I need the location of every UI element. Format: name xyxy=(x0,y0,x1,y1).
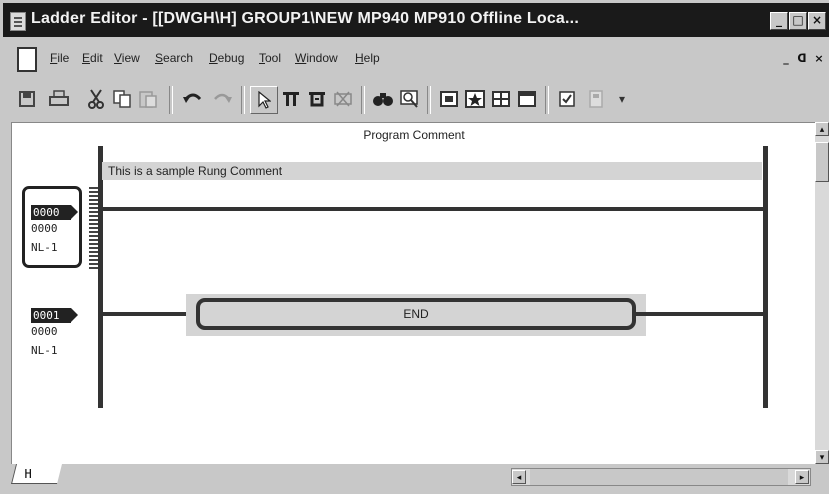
horizontal-scrollbar[interactable]: ◂ ▸ xyxy=(511,468,811,486)
zoom-icon[interactable] xyxy=(396,86,422,112)
menu-search[interactable]: Search xyxy=(155,51,193,65)
toolbar-separator xyxy=(241,86,245,114)
rung-0-line[interactable] xyxy=(103,207,763,211)
mdi-close-button[interactable]: × xyxy=(813,53,825,65)
paste-icon[interactable] xyxy=(135,86,161,112)
scroll-down-button[interactable]: ▾ xyxy=(815,450,829,464)
rung-selection-marker xyxy=(89,187,98,271)
rung-1-line-right xyxy=(634,312,764,316)
window-icon[interactable] xyxy=(514,86,540,112)
copy-icon[interactable] xyxy=(109,86,135,112)
save-icon[interactable] xyxy=(14,86,40,112)
redo-icon[interactable] xyxy=(209,86,235,112)
coil-icon[interactable] xyxy=(304,86,330,112)
menu-debug[interactable]: Debug xyxy=(209,51,244,65)
minimize-button[interactable]: _ xyxy=(770,12,788,30)
rung-comment[interactable]: This is a sample Rung Comment xyxy=(102,162,762,180)
mdi-restore-button[interactable]: ᗡ xyxy=(796,53,808,65)
toolbar-separator xyxy=(427,86,431,114)
close-button[interactable]: × xyxy=(808,12,826,30)
undo-icon[interactable] xyxy=(180,86,206,112)
rung-0-step: 0000 xyxy=(31,222,58,235)
toolbar: ▾ xyxy=(3,80,829,120)
sheet-tab-label: H xyxy=(24,467,32,481)
window-title: Ladder Editor - [[DWGH\H] GROUP1\NEW MP9… xyxy=(31,10,579,27)
menu-window[interactable]: Window xyxy=(295,51,338,65)
menu-bar: File Edit View Search Debug Tool Window … xyxy=(3,41,829,77)
maximize-button[interactable]: □ xyxy=(789,12,807,30)
grid-icon[interactable] xyxy=(488,86,514,112)
delete-element-icon[interactable] xyxy=(330,86,356,112)
right-power-rail xyxy=(763,146,768,408)
ladder-canvas[interactable]: Program Comment This is a sample Rung Co… xyxy=(11,122,816,465)
toolbar-more-icon[interactable]: ▾ xyxy=(609,86,635,112)
toolbar-separator xyxy=(361,86,365,114)
disabled-icon xyxy=(583,86,609,112)
program-comment[interactable]: Program Comment xyxy=(12,128,816,142)
pointer-icon[interactable] xyxy=(250,86,278,114)
vertical-scroll-thumb[interactable] xyxy=(815,142,829,182)
scroll-right-button[interactable]: ▸ xyxy=(795,470,809,484)
menu-edit[interactable]: Edit xyxy=(82,51,103,65)
document-icon[interactable] xyxy=(17,47,37,72)
toolbar-separator xyxy=(169,86,173,114)
star-icon[interactable] xyxy=(462,86,488,112)
scroll-left-button[interactable]: ◂ xyxy=(512,470,526,484)
rung-1-label: NL-1 xyxy=(31,344,58,357)
menu-tool[interactable]: Tool xyxy=(259,51,281,65)
end-instruction[interactable]: END xyxy=(196,298,636,330)
rung-1-step: 0000 xyxy=(31,325,58,338)
horizontal-scroll-thumb[interactable] xyxy=(530,469,788,485)
menu-file[interactable]: File xyxy=(50,51,69,65)
rung-1-line-left xyxy=(103,312,199,316)
mdi-minimize-button[interactable]: _ xyxy=(780,53,792,65)
print-icon[interactable] xyxy=(46,86,72,112)
title-bar[interactable]: Ladder Editor - [[DWGH\H] GROUP1\NEW MP9… xyxy=(3,3,829,37)
cut-icon[interactable] xyxy=(83,86,109,112)
sheet-tab[interactable]: H xyxy=(11,464,62,484)
bottom-bar: H ◂ ▸ xyxy=(3,464,829,494)
scroll-up-button[interactable]: ▴ xyxy=(815,122,829,136)
ladder-editor-window: Ladder Editor - [[DWGH\H] GROUP1\NEW MP9… xyxy=(0,0,829,494)
vertical-scrollbar[interactable]: ▴ ▾ xyxy=(815,122,829,464)
rung-0-label: NL-1 xyxy=(31,241,58,254)
rung-0-number[interactable]: 0000 xyxy=(31,205,78,220)
find-icon[interactable] xyxy=(370,86,396,112)
menu-view[interactable]: View xyxy=(114,51,140,65)
toolbar-separator xyxy=(545,86,549,114)
contact-icon[interactable] xyxy=(278,86,304,112)
menu-help[interactable]: Help xyxy=(355,51,380,65)
register-icon[interactable] xyxy=(436,86,462,112)
left-power-rail xyxy=(98,146,103,408)
app-icon[interactable] xyxy=(10,12,26,31)
rung-1-number[interactable]: 0001 xyxy=(31,308,78,323)
checkbox-icon[interactable] xyxy=(554,86,580,112)
